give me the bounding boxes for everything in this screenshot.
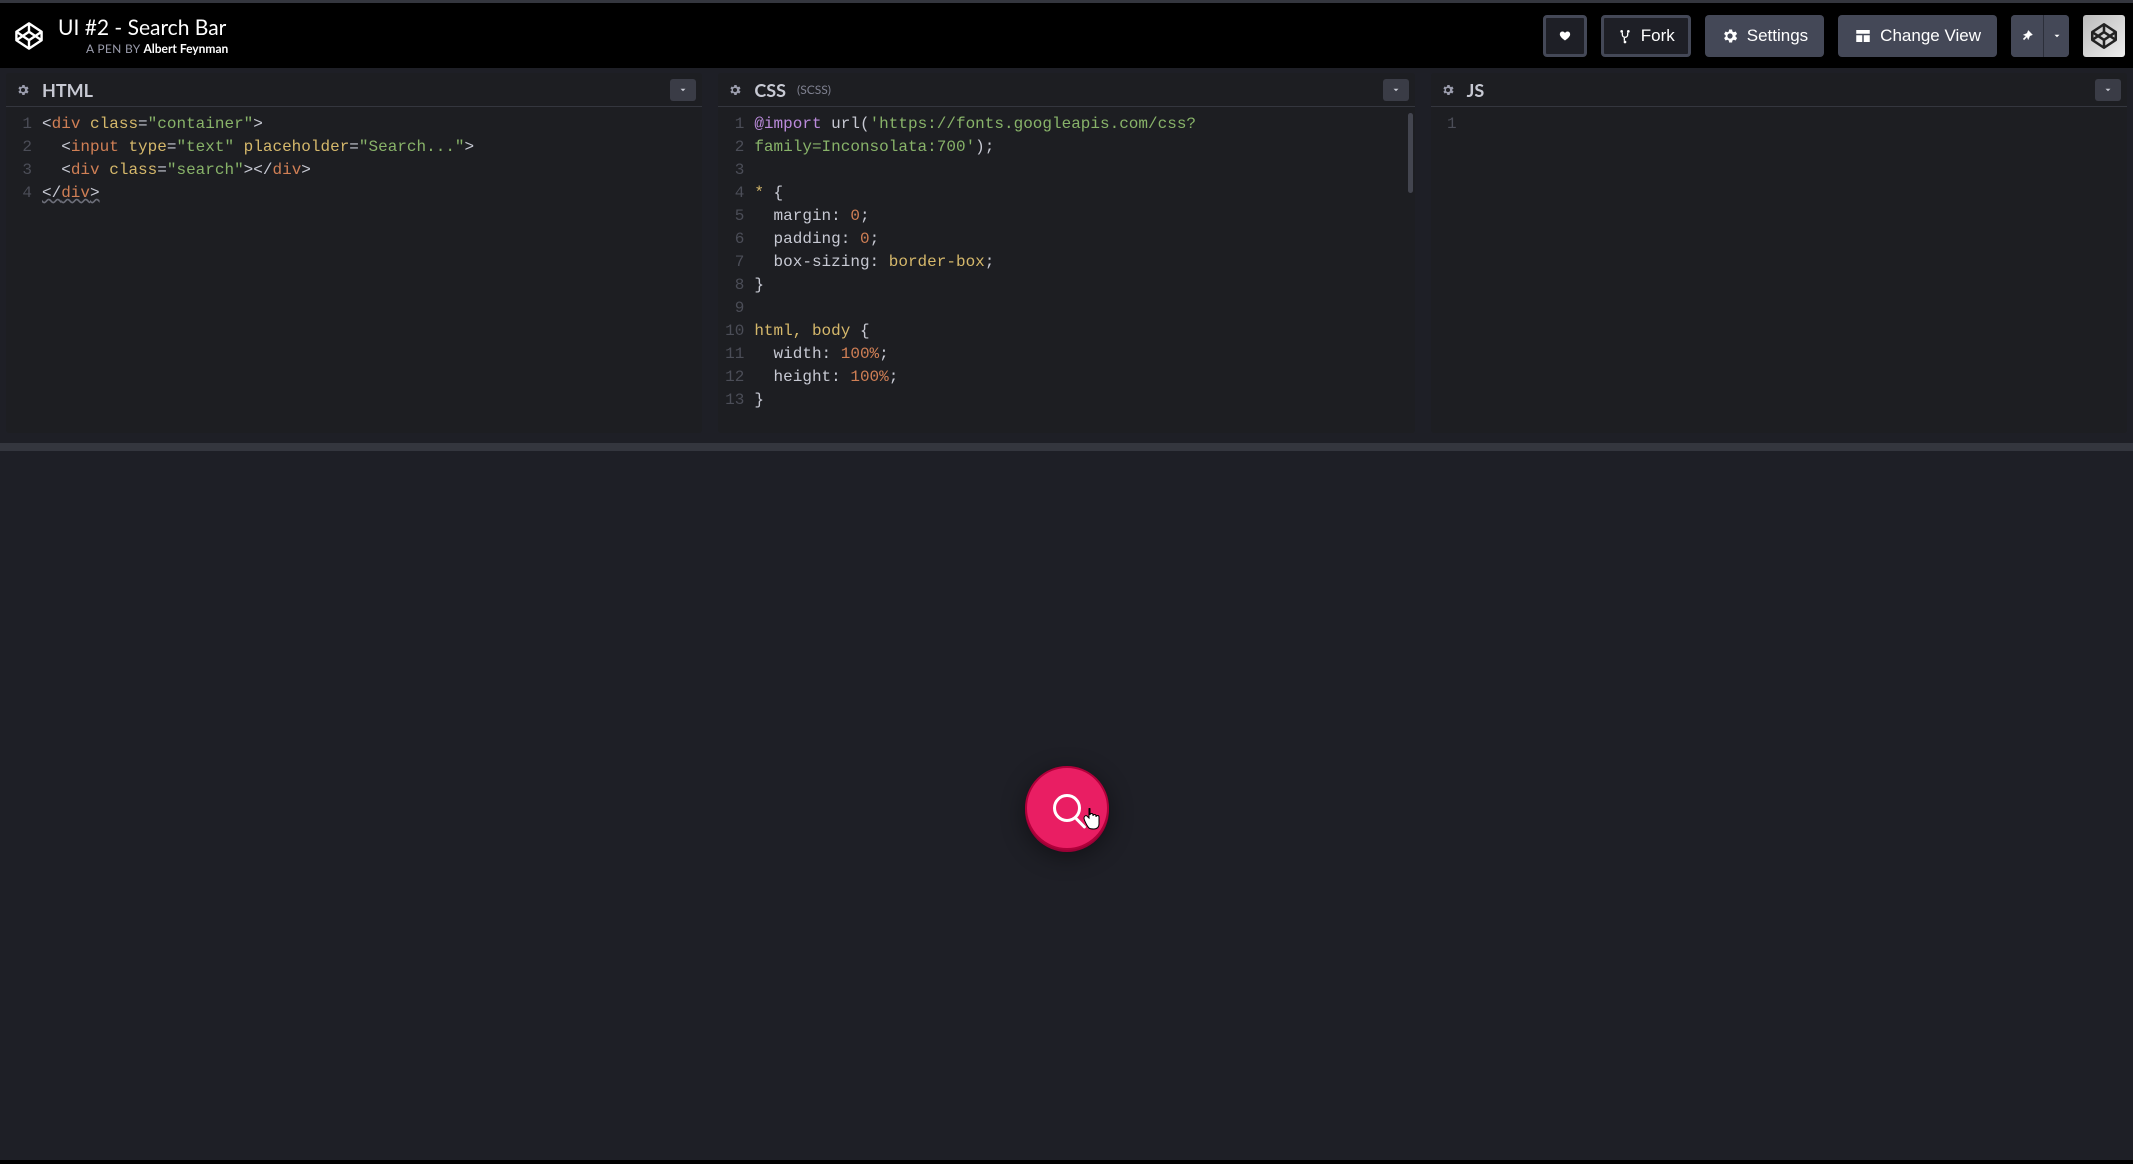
app-header: UI #2 - Search Bar A PEN BY Albert Feynm… [0, 3, 2133, 68]
layout-icon [1854, 27, 1872, 45]
pane-header-js: JS [1431, 73, 2127, 107]
pane-settings-js[interactable] [1437, 79, 1459, 101]
gutter-html: 1234 [6, 107, 40, 433]
code-body-css[interactable]: 12345678910111213 @import url('https://f… [718, 107, 1414, 433]
gutter-js: 1 [1431, 107, 1465, 433]
fork-icon [1617, 28, 1633, 44]
pen-meta: UI #2 - Search Bar A PEN BY Albert Feynm… [58, 15, 228, 56]
gutter-css: 12345678910111213 [718, 107, 752, 433]
code-js[interactable] [1465, 107, 1477, 433]
editor-pane-css: CSS (SCSS) 12345678910111213 @import url… [718, 73, 1414, 433]
pen-byline: A PEN BY Albert Feynman [86, 41, 228, 56]
heart-button[interactable] [1543, 15, 1587, 57]
chevron-down-icon [678, 85, 688, 95]
editor-pane-js: JS 1 [1431, 73, 2127, 433]
code-body-js[interactable]: 1 [1431, 107, 2127, 433]
chevron-down-icon [2052, 31, 2062, 41]
code-html[interactable]: <div class="container"> <input type="tex… [40, 107, 484, 433]
codepen-avatar-icon [2090, 22, 2118, 50]
heart-icon [1559, 27, 1571, 45]
pin-dropdown-button[interactable] [2043, 15, 2069, 57]
code-css[interactable]: @import url('https://fonts.googleapis.co… [752, 107, 1206, 433]
chevron-down-icon [2103, 85, 2113, 95]
pane-title-html: HTML [42, 79, 93, 101]
pane-title-js: JS [1467, 79, 1485, 101]
gear-icon [1441, 83, 1455, 97]
pane-dropdown-js[interactable] [2095, 79, 2121, 101]
change-view-button[interactable]: Change View [1838, 15, 1997, 57]
codepen-logo-icon [14, 21, 44, 51]
search-icon [1053, 794, 1081, 822]
gear-icon [1721, 27, 1739, 45]
gear-icon [16, 83, 30, 97]
codepen-logo[interactable] [14, 21, 44, 51]
pane-settings-css[interactable] [724, 79, 746, 101]
search-button[interactable] [1025, 766, 1109, 850]
pane-header-html: HTML [6, 73, 702, 107]
pane-dropdown-html[interactable] [670, 79, 696, 101]
scrollbar-thumb[interactable] [1408, 113, 1413, 193]
pane-dropdown-css[interactable] [1383, 79, 1409, 101]
byline-prefix: A PEN BY [86, 41, 143, 56]
code-body-html[interactable]: 1234 <div class="container"> <input type… [6, 107, 702, 433]
pin-button[interactable] [2011, 15, 2043, 57]
bottom-bar [0, 1160, 2133, 1164]
settings-button[interactable]: Settings [1705, 15, 1824, 57]
pin-combo [2011, 15, 2069, 57]
pane-title-css: CSS [754, 79, 786, 101]
editor-result-divider[interactable] [0, 443, 2133, 451]
fork-button[interactable]: Fork [1601, 15, 1691, 57]
editors-region: HTML 1234 <div class="container"> <input… [0, 68, 2133, 443]
chevron-down-icon [1391, 85, 1401, 95]
fork-label: Fork [1641, 26, 1675, 46]
change-view-label: Change View [1880, 26, 1981, 46]
settings-label: Settings [1747, 26, 1808, 46]
pen-title: UI #2 - Search Bar [58, 15, 228, 41]
gear-icon [728, 83, 742, 97]
pane-header-css: CSS (SCSS) [718, 73, 1414, 107]
user-avatar[interactable] [2083, 15, 2125, 57]
pane-settings-html[interactable] [12, 79, 34, 101]
pen-author[interactable]: Albert Feynman [143, 41, 228, 56]
pin-icon [2020, 29, 2034, 43]
editor-pane-html: HTML 1234 <div class="container"> <input… [6, 73, 702, 433]
result-preview [0, 451, 2133, 1164]
pane-subtitle-css: (SCSS) [797, 82, 831, 97]
